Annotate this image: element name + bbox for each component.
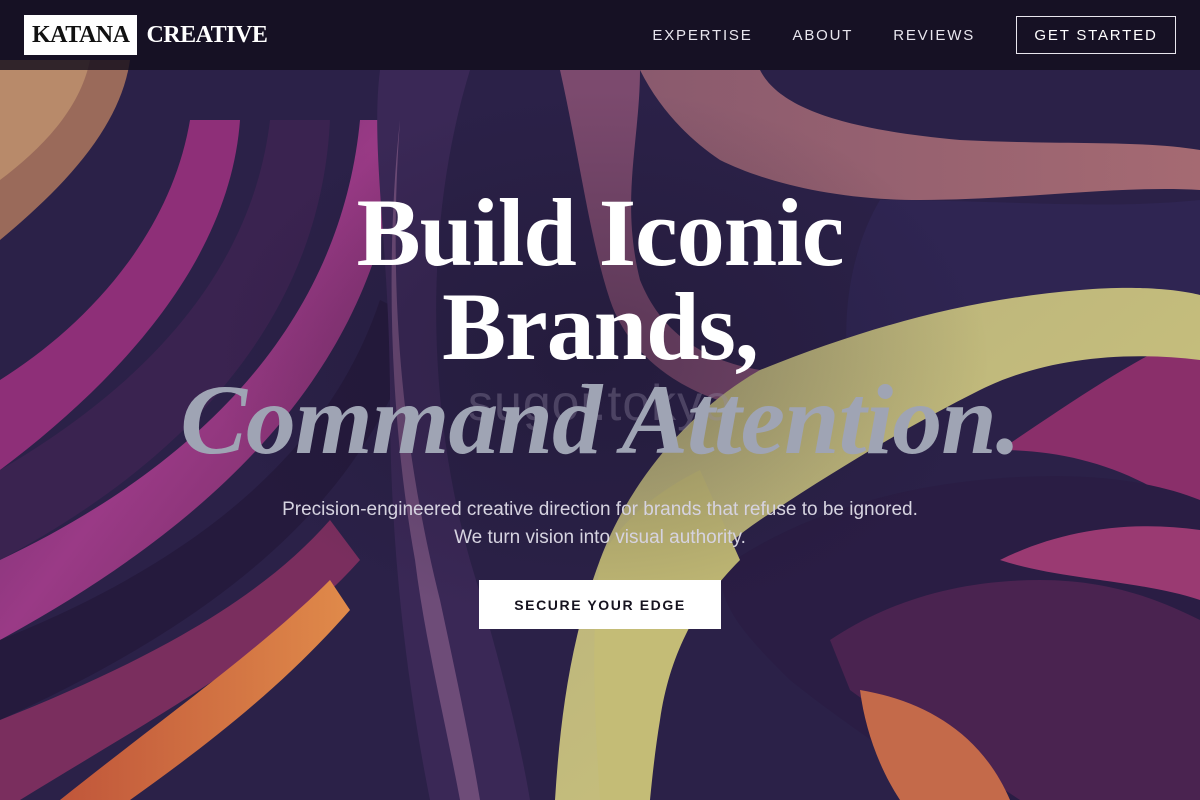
hero-subtitle: Precision-engineered creative direction …: [282, 499, 918, 548]
headline-line-3: Command Attention.: [180, 364, 1021, 475]
headline-line-2: Brands,: [442, 273, 759, 380]
hero-section: sugoi.tokyo Build Iconic Brands, Command…: [0, 0, 1200, 800]
secure-your-edge-button[interactable]: SECURE YOUR EDGE: [479, 580, 721, 629]
headline-line-1: Build Iconic: [356, 179, 845, 286]
hero-headline: Build Iconic Brands, Command Attention.: [0, 179, 1200, 475]
